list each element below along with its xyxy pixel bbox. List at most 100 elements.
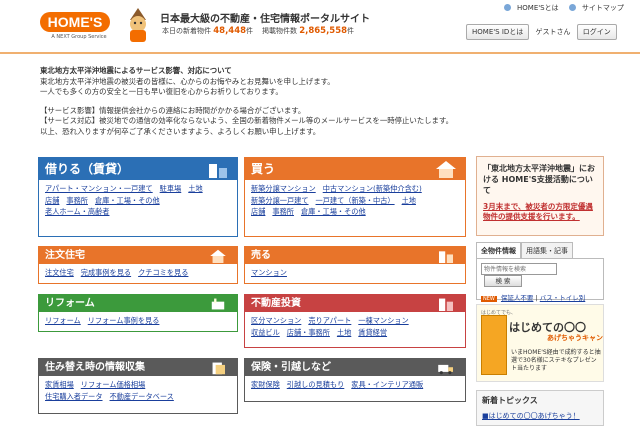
earthquake-support-box[interactable]: 「東北地方太平洋沖地震」における HOME'S支援活動について 3月末まで、被災… <box>476 156 604 236</box>
listed-unit: 件 <box>347 27 355 35</box>
reform-title: リフォーム <box>45 298 95 309</box>
rent-link[interactable]: 店舗 <box>45 196 59 205</box>
insurance-header[interactable]: 保険・引越しなど <box>245 359 465 376</box>
rent-header[interactable]: 借りる（賃貸） <box>39 158 237 180</box>
rent-link[interactable]: 事務所 <box>66 196 88 205</box>
invest-header[interactable]: 不動産投資 <box>245 295 465 312</box>
banner-subtitle: あげちゃうキャン <box>547 334 603 342</box>
buy-link[interactable]: 新築分譲マンション <box>251 184 316 193</box>
info-links: 家賃相場 リフォーム価格相場 住宅購入者データ 不動産データベース <box>39 376 237 405</box>
building-icon <box>439 251 453 263</box>
buy-link[interactable]: 倉庫・工場・その他 <box>301 207 366 216</box>
sell-header[interactable]: 売る <box>245 247 465 264</box>
order-header[interactable]: 注文住宅 <box>39 247 237 264</box>
notice-title: 東北地方太平洋沖地震によるサービス影響、対応について <box>40 66 232 75</box>
info-link[interactable]: 住宅購入者データ <box>45 392 103 401</box>
insurance-links: 家財保険 引越しの見積もり 家具・インテリア通販 <box>245 376 465 394</box>
invest-title: 不動産投資 <box>251 298 301 309</box>
order-title: 注文住宅 <box>45 250 85 261</box>
sell-links: マンション <box>245 264 465 282</box>
notice-line: 一人でも多くの方の安全と一日も早い復旧を心からお祈りしております。 <box>40 87 283 96</box>
separate-bath-link[interactable]: バス・トイレ別 <box>540 294 586 302</box>
search-input[interactable] <box>481 263 557 275</box>
header-divider <box>0 52 640 54</box>
no-guarantor-link[interactable]: 保証人不要 <box>501 294 534 302</box>
order-link[interactable]: クチコミを見る <box>138 268 188 277</box>
invest-link[interactable]: 売りアパート <box>308 316 351 325</box>
topics-title: 新着トピックス <box>482 396 538 405</box>
sitemap-icon <box>568 4 576 11</box>
invest-section: 不動産投資 区分マンション 売りアパート 一棟マンション 収益ビル 店舗・事務所 土地賃… <box>244 294 466 348</box>
insurance-section: 保険・引越しなど 家財保険 引越しの見積もり 家具・インテリア通販 <box>244 358 466 402</box>
sitemap-link[interactable]: サイトマップ <box>565 4 624 12</box>
rent-link[interactable]: アパート・マンション・一戸建て <box>45 184 153 193</box>
rent-title: 借りる（賃貸） <box>45 162 130 176</box>
insurance-link[interactable]: 家財保険 <box>251 380 280 389</box>
login-button[interactable]: ログイン <box>576 24 617 40</box>
order-link[interactable]: 完成事例を見る <box>81 268 131 277</box>
info-link[interactable]: 不動産データベース <box>110 392 174 401</box>
homes-logo[interactable]: HOME'S <box>40 12 110 32</box>
order-link[interactable]: 注文住宅 <box>45 268 74 277</box>
sell-link[interactable]: マンション <box>251 268 287 277</box>
invest-link[interactable]: 賃貸経営 <box>358 328 387 337</box>
top-links: HOME'Sとは サイトマップ <box>496 3 624 13</box>
invest-link[interactable]: 一棟マンション <box>358 316 408 325</box>
user-bar: HOME'S IDとは ゲストさん ログイン <box>466 24 617 40</box>
rent-links: アパート・マンション・一戸建て 駐車場 土地 店舗 事務所 倉庫・工場・その他 老人ホー… <box>39 180 237 221</box>
invest-link[interactable]: 店舗・事務所 <box>287 328 330 337</box>
tab-glossary[interactable]: 用語集・記事 <box>521 242 573 258</box>
new-count: 48,448 <box>213 26 247 36</box>
buy-link[interactable]: 店舗 <box>251 207 265 216</box>
topics-item[interactable]: ■はじめての〇〇あげちゃう！ <box>482 411 598 421</box>
support-link[interactable]: 3月末まで、被災者の方限定優遇物件の提供支援を行います。 <box>483 202 597 222</box>
document-icon <box>212 362 225 375</box>
buy-link[interactable]: 土地 <box>402 196 416 205</box>
listed-label: 掲載物件数 <box>261 27 297 35</box>
insurance-link[interactable]: 家具・インテリア通販 <box>351 380 423 389</box>
new-badge: NEW <box>481 296 497 302</box>
reform-section: リフォーム リフォーム リフォーム事例を見る <box>38 294 238 332</box>
buy-link[interactable]: 事務所 <box>272 207 294 216</box>
rent-link[interactable]: 倉庫・工場・その他 <box>95 196 160 205</box>
tools-icon <box>211 298 225 310</box>
sitemap-label: サイトマップ <box>581 4 624 12</box>
info-link[interactable]: リフォーム価格相場 <box>81 380 145 389</box>
site-tagline: 日本最大級の不動産・住宅情報ポータルサイト <box>160 14 370 25</box>
mascot-icon <box>130 8 146 42</box>
buy-link[interactable]: 新築分譲一戸建て <box>251 196 309 205</box>
homes-id-button[interactable]: HOME'S IDとは <box>466 24 530 40</box>
campaign-banner[interactable]: はじめてでも、 はじめての〇〇 あげちゃうキャン いまHOME'S経由で成約する… <box>476 304 604 382</box>
invest-link[interactable]: 収益ビル <box>251 328 280 337</box>
rent-section: 借りる（賃貸） アパート・マンション・一戸建て 駐車場 土地 店舗 事務所 倉庫・工場・… <box>38 157 238 237</box>
buy-link[interactable]: 一戸建て（新築・中古） <box>316 196 395 205</box>
notice-line: 以上、恐れ入りますが何卒ご了承くださいますよう、よろしくお願い申し上げます。 <box>40 126 321 136</box>
info-link[interactable]: 家賃相場 <box>45 380 74 389</box>
search-panel: 検 索 NEW 保証人不要 | バス・トイレ別 <box>476 258 604 302</box>
buy-link[interactable]: 中古マンション(新築仲介含む) <box>323 184 422 193</box>
reform-link[interactable]: リフォーム事例を見る <box>88 316 160 325</box>
reform-header[interactable]: リフォーム <box>39 295 237 312</box>
invest-link[interactable]: 土地 <box>337 328 351 337</box>
new-label: 本日の新着物件 <box>162 27 211 35</box>
search-button[interactable]: 検 索 <box>484 275 522 287</box>
invest-link[interactable]: 区分マンション <box>251 316 301 325</box>
buy-header[interactable]: 買う <box>245 158 465 180</box>
info-title: 住み替え時の情報収集 <box>45 362 145 373</box>
rent-link[interactable]: 土地 <box>188 184 202 193</box>
info-header[interactable]: 住み替え時の情報収集 <box>39 359 237 376</box>
reform-links: リフォーム リフォーム事例を見る <box>39 312 237 330</box>
invest-links: 区分マンション 売りアパート 一棟マンション 収益ビル 店舗・事務所 土地 賃貸経営 <box>245 312 465 341</box>
order-house-section: 注文住宅 注文住宅 完成事例を見る クチコミを見る <box>38 246 238 284</box>
search-tabs: 全物件情報 用語集・記事 <box>476 242 604 258</box>
rent-link[interactable]: 駐車場 <box>160 184 182 193</box>
new-unit: 件 <box>246 27 254 35</box>
tab-all-properties[interactable]: 全物件情報 <box>476 242 521 258</box>
insurance-link[interactable]: 引越しの見積もり <box>287 380 345 389</box>
building-icon <box>209 164 227 178</box>
rent-link[interactable]: 老人ホーム・高齢者 <box>45 207 109 216</box>
reform-link[interactable]: リフォーム <box>45 316 81 325</box>
about-link[interactable]: HOME'Sとは <box>500 4 559 12</box>
listing-counts: 本日の新着物件 48,448件 掲載物件数 2,865,558件 <box>162 26 354 36</box>
listed-count: 2,865,558 <box>299 26 348 36</box>
